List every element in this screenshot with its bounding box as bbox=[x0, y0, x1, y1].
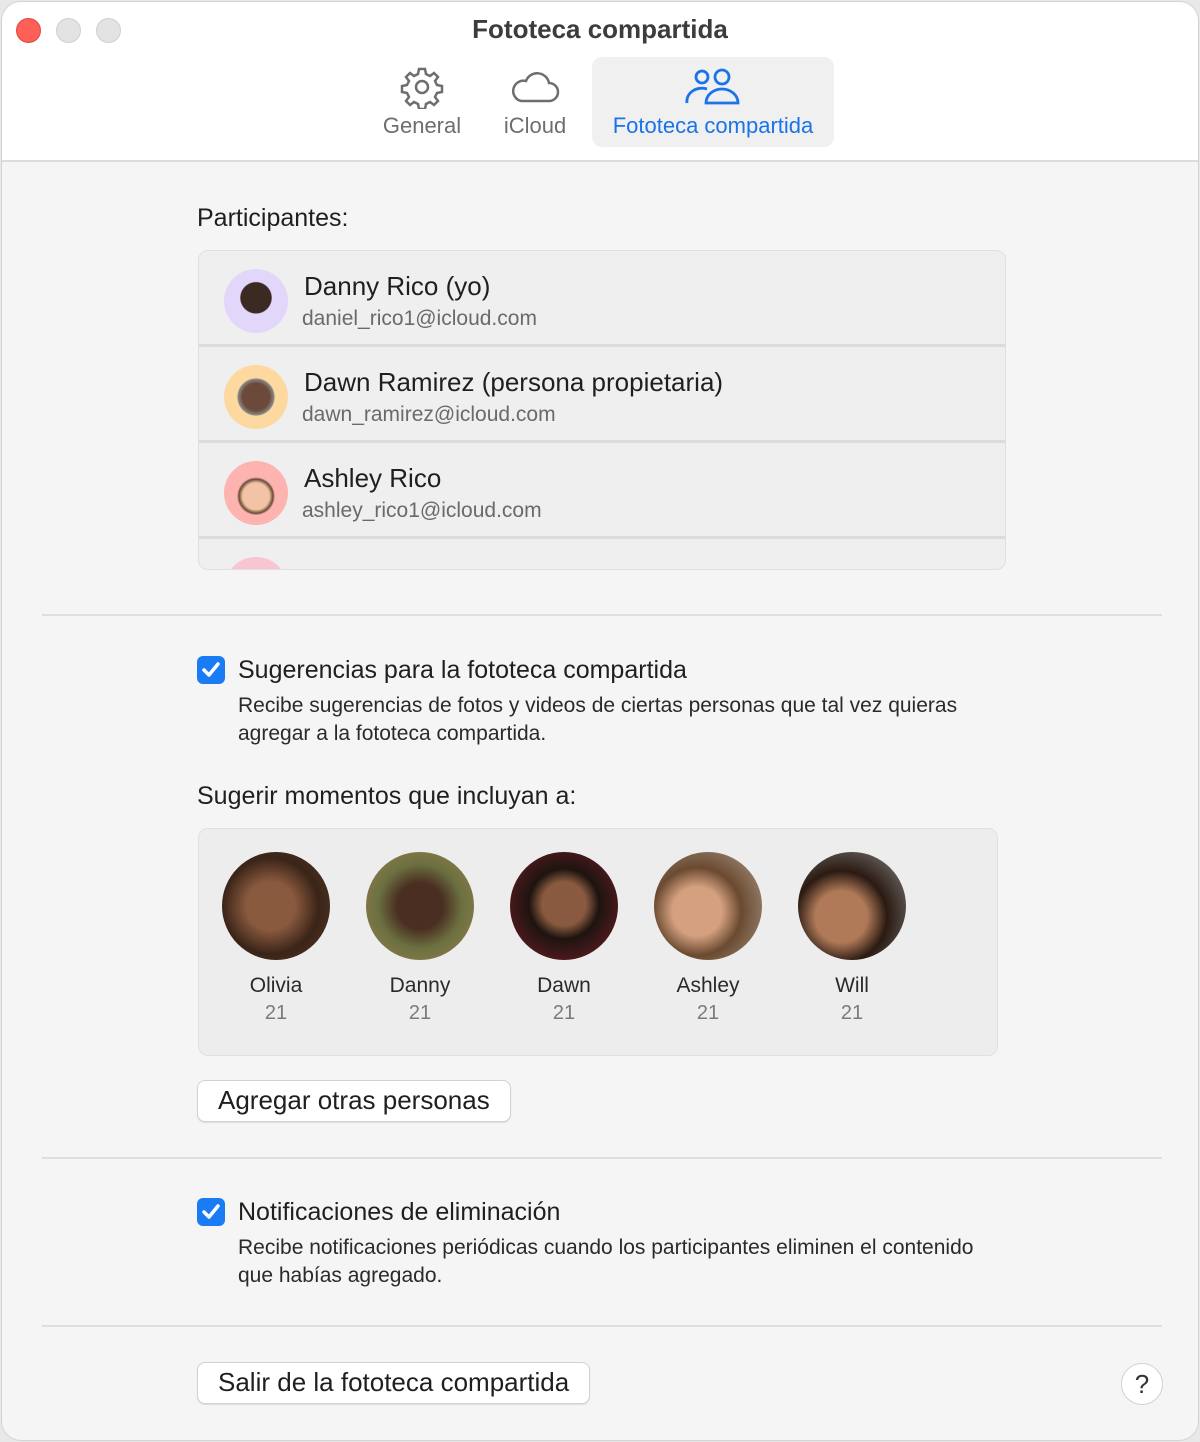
person-name: Olivia bbox=[249, 974, 303, 997]
person-name: Will bbox=[835, 974, 869, 997]
person-dawn[interactable]: Dawn 21 bbox=[499, 852, 629, 1025]
person-will[interactable]: Will 21 bbox=[787, 852, 917, 1025]
gear-icon bbox=[400, 67, 444, 109]
people-grid: Olivia 21 Danny 21 Dawn 21 Ashley 21 Will 21 bbox=[198, 828, 998, 1056]
window-title: Fototeca compartida bbox=[472, 14, 728, 44]
deletion-title: Notificaciones de eliminación bbox=[238, 1198, 561, 1226]
person-count: 21 bbox=[552, 1002, 576, 1024]
list-item[interactable]: Danny Rico (yo) daniel_rico1@icloud.com bbox=[199, 251, 1005, 347]
person-photo bbox=[222, 852, 330, 960]
avatar bbox=[224, 461, 288, 525]
person-count: 21 bbox=[696, 1002, 720, 1024]
person-count: 21 bbox=[840, 1002, 864, 1024]
person-name: Dawn bbox=[537, 974, 591, 997]
person-name: Danny bbox=[389, 974, 451, 997]
tab-label: General bbox=[382, 113, 462, 138]
checkmark-icon bbox=[202, 1204, 220, 1219]
divider bbox=[42, 1157, 1162, 1159]
participant-email: daniel_rico1@icloud.com bbox=[302, 307, 537, 330]
person-photo bbox=[510, 852, 618, 960]
person-photo bbox=[654, 852, 762, 960]
divider bbox=[42, 1325, 1162, 1327]
people-icon bbox=[685, 68, 740, 105]
person-ashley[interactable]: Ashley 21 bbox=[643, 852, 773, 1025]
person-olivia[interactable]: Olivia 21 bbox=[211, 852, 341, 1025]
person-photo bbox=[798, 852, 906, 960]
participant-name: Dawn Ramirez (persona propietaria) bbox=[304, 367, 724, 397]
tab-icloud[interactable]: iCloud bbox=[492, 57, 578, 147]
tab-general[interactable]: General bbox=[374, 57, 470, 147]
help-button[interactable]: ? bbox=[1121, 1363, 1163, 1405]
person-danny[interactable]: Danny 21 bbox=[355, 852, 485, 1025]
settings-window: Fototeca compartida General iCloud Fotot… bbox=[1, 1, 1199, 1441]
participant-email: ashley_rico1@icloud.com bbox=[302, 499, 542, 522]
deletion-checkbox[interactable] bbox=[197, 1198, 225, 1226]
divider bbox=[42, 614, 1162, 616]
suggestions-title: Sugerencias para la fototeca compartida bbox=[238, 656, 687, 684]
add-people-button[interactable]: Agregar otras personas bbox=[197, 1080, 511, 1122]
person-name: Ashley bbox=[676, 974, 740, 997]
toolbar: Fototeca compartida General iCloud Fotot… bbox=[2, 2, 1198, 162]
tab-label: iCloud bbox=[503, 113, 567, 138]
tab-label: Fototeca compartida bbox=[612, 113, 814, 138]
deletion-description: Recibe notificaciones periódicas cuando … bbox=[238, 1236, 974, 1287]
list-item[interactable]: Ashley Rico ashley_rico1@icloud.com bbox=[199, 443, 1005, 539]
participant-name: Ashley Rico bbox=[304, 463, 442, 493]
person-count: 21 bbox=[264, 1002, 288, 1024]
list-item[interactable] bbox=[199, 539, 1005, 569]
checkmark-icon bbox=[202, 662, 220, 677]
moments-label: Sugerir momentos que incluyan a: bbox=[197, 782, 577, 810]
leave-library-button[interactable]: Salir de la fototeca compartida bbox=[197, 1362, 591, 1404]
person-count: 21 bbox=[408, 1002, 432, 1024]
participant-email: dawn_ramirez@icloud.com bbox=[302, 403, 556, 426]
tab-shared-library[interactable]: Fototeca compartida bbox=[592, 57, 834, 147]
person-photo bbox=[366, 852, 474, 960]
avatar bbox=[224, 269, 288, 333]
participants-label: Participantes: bbox=[197, 204, 349, 232]
participants-list[interactable]: Danny Rico (yo) daniel_rico1@icloud.com … bbox=[198, 250, 1006, 570]
list-item[interactable]: Dawn Ramirez (persona propietaria) dawn_… bbox=[199, 347, 1005, 443]
avatar bbox=[224, 365, 288, 429]
cloud-icon bbox=[512, 72, 560, 103]
suggestions-description: Recibe sugerencias de fotos y videos de … bbox=[238, 694, 958, 745]
participant-name: Danny Rico (yo) bbox=[304, 271, 491, 301]
avatar bbox=[224, 557, 288, 569]
suggestions-checkbox[interactable] bbox=[197, 656, 225, 684]
